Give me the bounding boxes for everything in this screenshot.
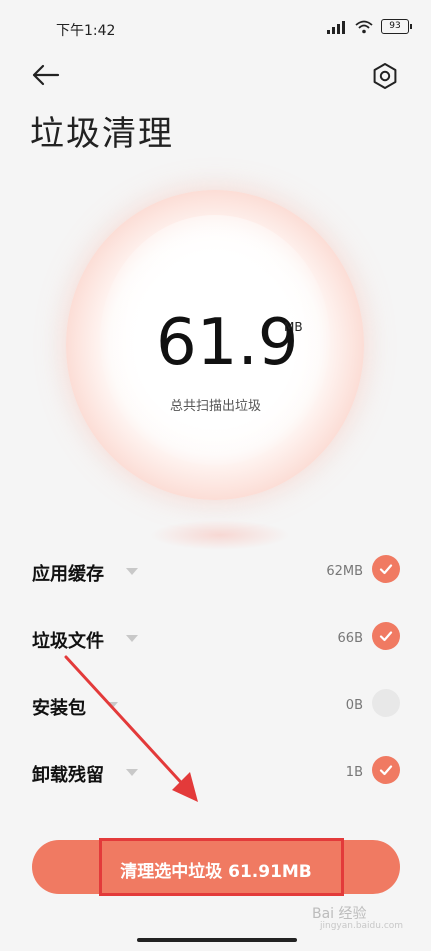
watermark-sub: jingyan.baidu.com [320,921,404,931]
item-label: 垃圾文件 [32,631,104,652]
settings-gear-icon[interactable] [367,58,403,94]
item-label: 卸载残留 [32,765,104,786]
expand-caret-icon[interactable] [106,702,118,709]
junk-amount-value: 61.9 [156,306,299,380]
item-size: 0B [345,698,363,713]
junk-amount: 61.9 MB [156,306,303,380]
checkbox-checked-icon[interactable] [372,555,400,583]
item-label: 应用缓存 [32,564,104,585]
wifi-icon [355,20,373,33]
checkbox-unchecked-icon[interactable] [372,689,400,717]
item-size: 62MB [326,564,363,579]
page-title: 垃圾清理 [30,114,174,154]
checkbox-checked-icon[interactable] [372,622,400,650]
battery-icon: 93 [381,19,412,34]
status-time: 下午1:42 [56,23,116,39]
expand-caret-icon[interactable] [126,568,138,575]
list-item-install-packages[interactable]: 安装包 0B [0,674,431,742]
item-size: 66B [337,631,363,646]
home-indicator[interactable] [137,938,297,942]
junk-amount-caption: 总共扫描出垃圾 [169,399,261,414]
status-icons: 93 [327,19,412,34]
back-arrow-icon[interactable] [28,58,64,94]
signal-icon [327,20,347,34]
list-item-junk-files[interactable]: 垃圾文件 66B [0,607,431,675]
clean-button-label: 清理选中垃圾 61.91MB [120,862,312,882]
status-bar: 下午1:42 93 [0,0,431,56]
expand-caret-icon[interactable] [126,635,138,642]
list-item-app-cache[interactable]: 应用缓存 62MB [0,540,431,608]
item-label: 安装包 [32,698,86,719]
expand-caret-icon[interactable] [126,769,138,776]
checkbox-checked-icon[interactable] [372,756,400,784]
junk-amount-unit: MB [284,320,303,334]
clean-selected-button[interactable]: 清理选中垃圾 61.91MB [32,840,400,894]
item-size: 1B [345,765,363,780]
list-item-uninstall-residue[interactable]: 卸载残留 1B [0,741,431,809]
watermark: Bai 经验 [312,906,367,922]
